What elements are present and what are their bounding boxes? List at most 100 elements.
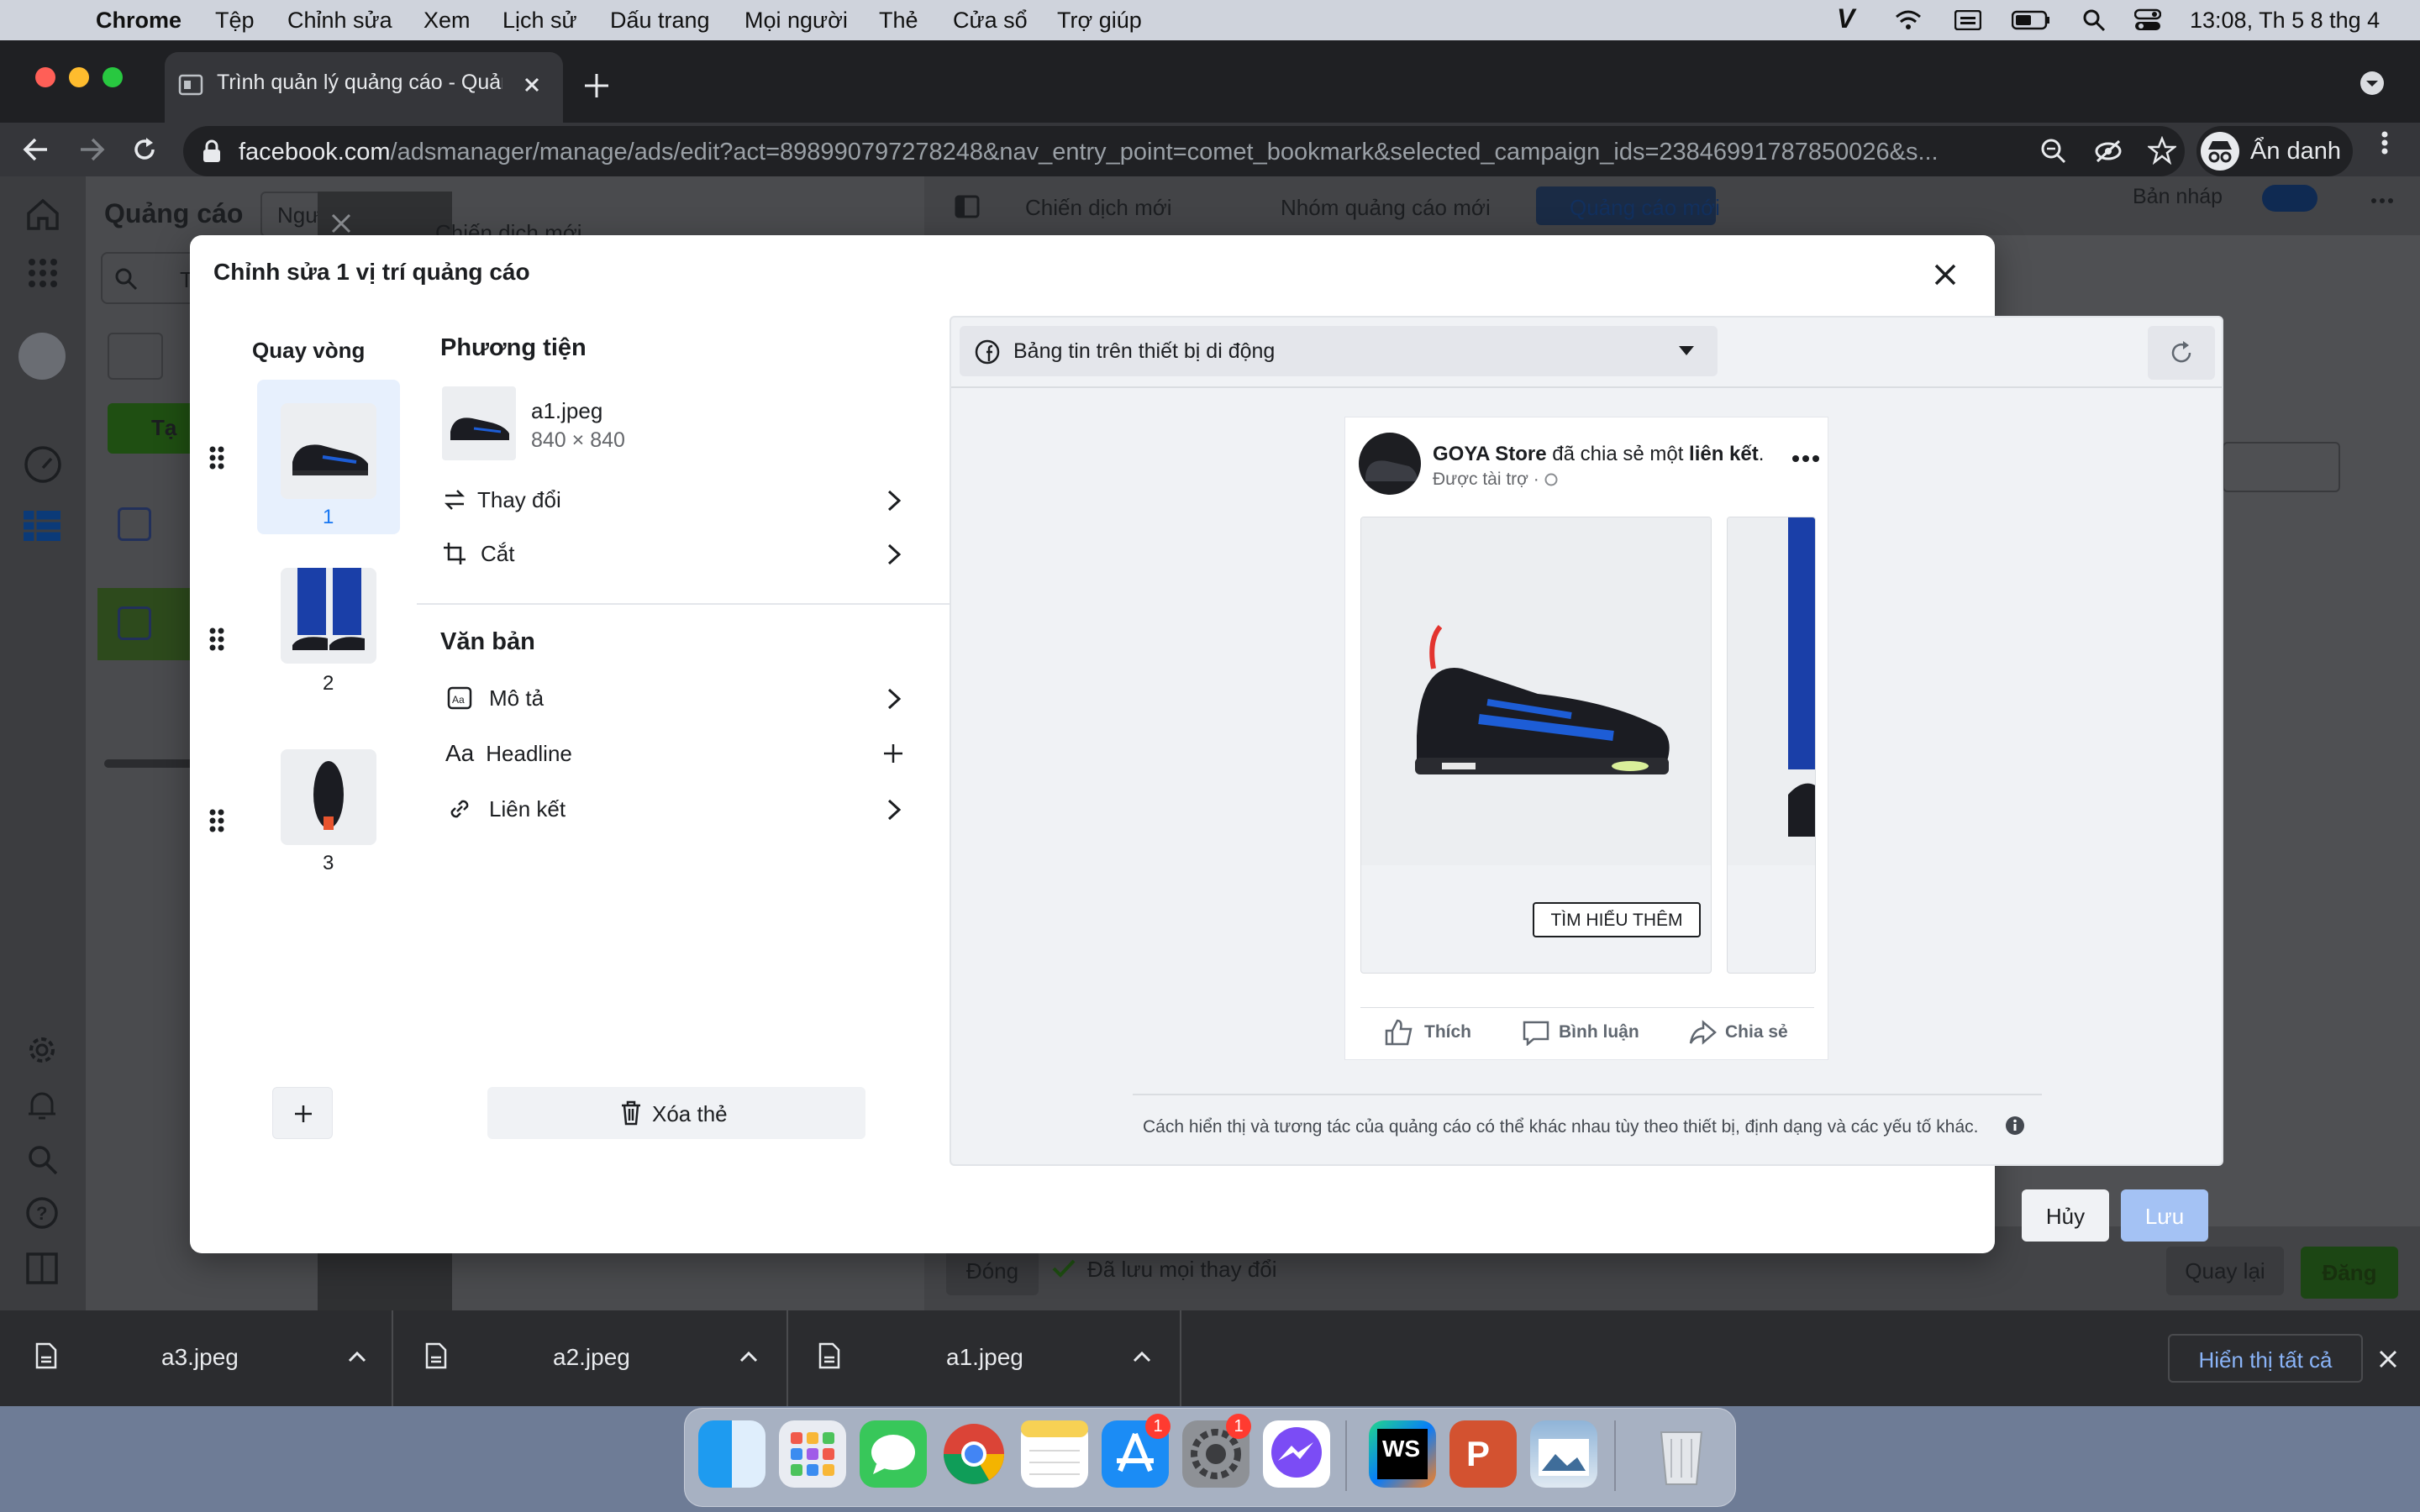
window-zoom-button[interactable] — [103, 67, 123, 87]
search-icon[interactable] — [27, 1144, 59, 1176]
webstorm-icon[interactable]: WS — [1369, 1420, 1436, 1488]
notifications-bell-icon[interactable] — [27, 1089, 57, 1122]
show-all-downloads-button[interactable]: Hiển thị tất cả — [2168, 1334, 2363, 1383]
carousel-card-3[interactable]: 3 — [257, 746, 400, 900]
browser-tab[interactable]: Trình quản lý quảng cáo - Quản — [165, 52, 563, 123]
chevron-right-icon[interactable] — [886, 543, 902, 566]
carousel-card-preview-1[interactable]: TÌM HIỂU THÊM — [1360, 517, 1712, 974]
menu-edit[interactable]: Chỉnh sửa — [287, 8, 392, 34]
drag-handle-icon[interactable] — [208, 445, 225, 470]
back-icon[interactable] — [22, 136, 50, 163]
settings-gear-icon[interactable] — [25, 1033, 59, 1067]
comment-button[interactable]: Bình luận — [1522, 1019, 1639, 1046]
menu-window[interactable]: Cửa sổ — [953, 8, 1028, 34]
menu-help[interactable]: Trợ giúp — [1057, 8, 1142, 34]
carousel-card-preview-2[interactable] — [1727, 517, 1816, 974]
window-close-button[interactable] — [35, 67, 55, 87]
close-icon[interactable] — [2378, 1349, 2398, 1369]
chevron-right-icon[interactable] — [886, 489, 902, 512]
home-icon[interactable] — [25, 197, 60, 232]
breadcrumb-campaign[interactable]: Chiến dịch mới — [1025, 195, 1172, 221]
incognito-profile-button[interactable]: Ẩn danh — [2196, 126, 2353, 176]
chevron-up-icon[interactable] — [739, 1351, 758, 1362]
app-store-icon[interactable]: 1 — [1102, 1414, 1171, 1488]
dashboard-gauge-icon[interactable] — [24, 445, 62, 484]
page-name[interactable]: GOYA Store — [1433, 443, 1547, 465]
menu-history[interactable]: Lịch sử — [502, 8, 577, 34]
breadcrumb-adset[interactable]: Nhóm quảng cáo mới — [1281, 195, 1491, 221]
address-bar[interactable]: facebook.com/adsmanager/manage/ads/edit?… — [183, 126, 2185, 176]
menu-people[interactable]: Mọi người — [744, 8, 848, 34]
back-button[interactable]: Quay lại — [2166, 1247, 2284, 1295]
ads-table-icon[interactable] — [22, 509, 62, 543]
tab-search-icon[interactable] — [2360, 71, 2385, 96]
url-text[interactable]: facebook.com/adsmanager/manage/ads/edit?… — [239, 139, 2020, 166]
menu-view[interactable]: Xem — [424, 8, 471, 34]
chrome-menu-icon[interactable] — [2375, 126, 2395, 160]
finder-icon[interactable] — [698, 1420, 765, 1488]
export-menu-button[interactable] — [2223, 442, 2340, 492]
menu-file[interactable]: Tệp — [215, 8, 255, 34]
menubar-clock[interactable]: 13:08, Th 5 8 thg 4 — [2190, 8, 2380, 34]
placement-dropdown[interactable]: Bảng tin trên thiết bị di động — [960, 326, 1718, 376]
download-item[interactable]: a1.jpeg — [788, 1310, 1181, 1406]
row-checkbox[interactable] — [118, 507, 151, 541]
battery-icon[interactable] — [2012, 10, 2050, 30]
wifi-icon[interactable] — [1894, 8, 1923, 32]
drag-handle-icon[interactable] — [208, 808, 225, 833]
chrome-icon[interactable] — [940, 1420, 1007, 1488]
drag-handle-icon[interactable] — [208, 627, 225, 652]
close-icon[interactable] — [326, 208, 356, 239]
spotlight-icon[interactable] — [2082, 8, 2106, 32]
powerpoint-icon[interactable]: P — [1449, 1420, 1517, 1488]
sidebar-toggle-icon[interactable] — [955, 195, 980, 218]
control-center-icon[interactable] — [2134, 8, 2161, 32]
publish-button[interactable]: Đăng — [2301, 1247, 2398, 1299]
tracking-protection-icon[interactable] — [2094, 138, 2123, 165]
row-checkbox[interactable] — [118, 606, 151, 640]
lock-icon[interactable] — [202, 139, 222, 163]
system-preferences-icon[interactable]: 1 — [1182, 1414, 1251, 1488]
share-button[interactable]: Chia sẻ — [1688, 1019, 1788, 1046]
vpn-icon[interactable]: V — [1837, 3, 1854, 34]
carousel-card-1[interactable]: 1 — [257, 380, 400, 534]
draft-toggle[interactable] — [2262, 185, 2317, 212]
launchpad-icon[interactable] — [779, 1420, 846, 1488]
chevron-right-icon[interactable] — [886, 798, 902, 822]
reports-icon[interactable] — [25, 1252, 59, 1285]
reload-icon[interactable] — [131, 136, 158, 163]
download-item[interactable]: a3.jpeg — [0, 1310, 393, 1406]
learn-more-button[interactable]: TÌM HIỂU THÊM — [1533, 902, 1701, 937]
more-options-icon[interactable] — [1792, 454, 1819, 463]
account-avatar[interactable] — [18, 333, 66, 380]
plus-icon[interactable] — [882, 743, 904, 764]
delete-card-button[interactable]: Xóa thẻ — [487, 1087, 865, 1139]
modal-close-icon[interactable] — [1933, 262, 1958, 287]
window-minimize-button[interactable] — [69, 67, 89, 87]
more-icon[interactable] — [2370, 197, 2395, 205]
tab-close-icon[interactable] — [521, 74, 543, 96]
close-editor-button[interactable]: Đóng — [946, 1247, 1039, 1295]
chevron-right-icon[interactable] — [886, 687, 902, 711]
messages-icon[interactable] — [860, 1420, 927, 1488]
menu-tab[interactable]: Thẻ — [879, 8, 918, 34]
help-icon[interactable]: ? — [25, 1196, 59, 1230]
menu-app-name[interactable]: Chrome — [96, 8, 182, 34]
keyboard-icon[interactable] — [1954, 10, 1981, 30]
apps-grid-icon[interactable] — [27, 257, 59, 289]
forward-icon[interactable] — [77, 136, 106, 163]
carousel-card-2[interactable]: 2 — [257, 564, 400, 719]
notes-icon[interactable] — [1021, 1420, 1088, 1488]
download-item[interactable]: a2.jpeg — [395, 1310, 788, 1406]
bookmark-star-icon[interactable] — [2148, 136, 2176, 165]
preview-icon[interactable] — [1530, 1420, 1597, 1488]
new-tab-icon[interactable] — [580, 69, 613, 102]
trash-icon[interactable] — [1648, 1420, 1715, 1488]
menu-bookmarks[interactable]: Dấu trang — [610, 8, 710, 34]
refresh-preview-button[interactable] — [2148, 326, 2215, 380]
zoom-icon[interactable] — [2040, 138, 2067, 165]
info-icon[interactable] — [2005, 1116, 2025, 1136]
save-button[interactable]: Lưu — [2121, 1189, 2208, 1242]
chevron-up-icon[interactable] — [348, 1351, 366, 1362]
like-button[interactable]: Thích — [1384, 1019, 1471, 1046]
